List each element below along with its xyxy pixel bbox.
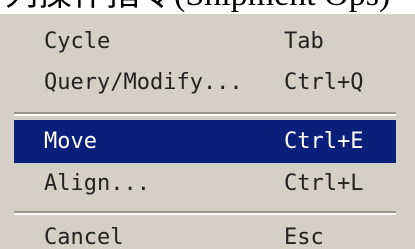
menu-item-label: Cancel bbox=[44, 225, 124, 249]
menu-item-shortcut: Ctrl+E bbox=[284, 129, 364, 154]
menu-separator bbox=[14, 211, 396, 215]
menu-item-label: Move bbox=[44, 129, 97, 154]
caption-text: 列操作指令(Shipment Ops) bbox=[4, 0, 390, 12]
menu-item-shortcut: Ctrl+L bbox=[284, 171, 364, 196]
menu-item-label: Align... bbox=[44, 171, 150, 196]
caption-strip: 列操作指令(Shipment Ops) bbox=[0, 0, 415, 14]
menu-item-shortcut: Esc bbox=[284, 225, 324, 249]
menu-item-label: Query/Modify... bbox=[44, 70, 243, 95]
menu-item-label: Cycle bbox=[44, 29, 111, 54]
menu-item-shortcut: Ctrl+Q bbox=[284, 70, 364, 95]
menu-item-align[interactable]: Align... Ctrl+L bbox=[14, 162, 396, 205]
menu-item-cycle[interactable]: Cycle Tab bbox=[14, 20, 396, 63]
menu-separator bbox=[14, 112, 396, 116]
menu-item-query-modify[interactable]: Query/Modify... Ctrl+Q bbox=[14, 61, 396, 104]
context-menu: Cycle Tab Query/Modify... Ctrl+Q Move Ct… bbox=[0, 14, 415, 249]
screenshot-stage: 列操作指令(Shipment Ops) Cycle Tab Query/Modi… bbox=[0, 0, 415, 249]
menu-item-move[interactable]: Move Ctrl+E bbox=[14, 120, 396, 163]
menu-item-shortcut: Tab bbox=[284, 29, 324, 54]
menu-item-cancel[interactable]: Cancel Esc bbox=[14, 216, 396, 249]
